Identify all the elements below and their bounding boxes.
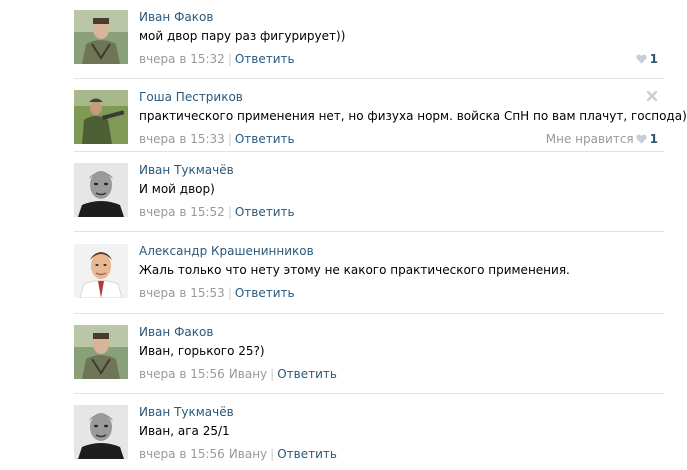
reply-button[interactable]: Ответить	[277, 447, 337, 461]
separator: |	[227, 132, 232, 146]
comment-item: Иван Тукмачёв Иван, ага 25/1 вчера в 15:…	[0, 405, 664, 470]
separator: |	[270, 367, 275, 381]
comment-text: И мой двор)	[139, 182, 215, 196]
comment-meta: вчера в 15:53 | Ответить	[139, 286, 295, 300]
comment-author[interactable]: Иван Тукмачёв	[139, 405, 234, 419]
separator: |	[270, 447, 275, 461]
comment-item: Гоша Пестриков практического применения …	[0, 90, 687, 160]
reply-button[interactable]: Ответить	[235, 205, 295, 219]
comment-author[interactable]: Александр Крашенинников	[139, 244, 314, 258]
separator: |	[227, 286, 232, 300]
comment-author[interactable]: Иван Факов	[139, 325, 213, 339]
comment-meta: вчера в 15:56 Ивану | Ответить	[139, 447, 337, 461]
reply-button[interactable]: Ответить	[235, 52, 295, 66]
delete-comment-button[interactable]	[646, 90, 658, 102]
avatar[interactable]	[74, 163, 128, 217]
comment-author[interactable]: Иван Факов	[139, 10, 213, 24]
comment-item: Иван Факов Иван, горького 25?) вчера в 1…	[0, 325, 664, 395]
reply-button[interactable]: Ответить	[277, 367, 337, 381]
like-label: Мне нравится	[545, 132, 634, 146]
heart-icon	[635, 133, 647, 147]
comment-item: Александр Крашенинников Жаль только что …	[0, 244, 664, 314]
comment-author[interactable]: Гоша Пестриков	[139, 90, 243, 104]
avatar[interactable]	[74, 10, 128, 64]
close-icon	[646, 90, 658, 102]
avatar[interactable]	[74, 244, 128, 298]
comment-time[interactable]: вчера в 15:53	[139, 286, 225, 300]
reply-button[interactable]: Ответить	[235, 286, 295, 300]
divider	[74, 313, 664, 314]
like-count: 1	[649, 132, 658, 146]
reply-to-link[interactable]: Ивану	[229, 367, 267, 381]
comment-text: Иван, горького 25?)	[139, 344, 265, 358]
comment-item: Иван Факов мой двор пару раз фигурирует)…	[0, 10, 664, 80]
divider	[74, 151, 664, 152]
comment-text: практического применения нет, но физуха …	[139, 109, 687, 123]
divider	[74, 78, 664, 79]
comment-text: Жаль только что нету этому не какого пра…	[139, 263, 570, 277]
avatar[interactable]	[74, 325, 128, 379]
comment-time[interactable]: вчера в 15:32	[139, 52, 225, 66]
like-count: 1	[649, 52, 658, 66]
comment-meta: вчера в 15:33 | Ответить	[139, 132, 295, 146]
heart-icon	[635, 53, 647, 67]
like-button[interactable]: 1	[635, 52, 658, 67]
comment-time[interactable]: вчера в 15:56	[139, 447, 225, 461]
reply-to-link[interactable]: Ивану	[229, 447, 267, 461]
avatar[interactable]	[74, 90, 128, 144]
avatar[interactable]	[74, 405, 128, 459]
comment-meta: вчера в 15:52 | Ответить	[139, 205, 295, 219]
comment-item: Иван Тукмачёв И мой двор) вчера в 15:52 |…	[0, 163, 664, 233]
like-button[interactable]: Мне нравится 1	[546, 132, 658, 147]
reply-button[interactable]: Ответить	[235, 132, 295, 146]
comment-text: Иван, ага 25/1	[139, 424, 230, 438]
comments-feed: Иван Факов мой двор пару раз фигурирует)…	[0, 0, 687, 470]
comment-author[interactable]: Иван Тукмачёв	[139, 163, 234, 177]
divider	[74, 231, 664, 232]
comment-meta: вчера в 15:32 | Ответить	[139, 52, 295, 66]
comment-time[interactable]: вчера в 15:56	[139, 367, 225, 381]
separator: |	[227, 205, 232, 219]
comment-time[interactable]: вчера в 15:33	[139, 132, 225, 146]
comment-text: мой двор пару раз фигурирует))	[139, 29, 346, 43]
divider	[74, 393, 664, 394]
separator: |	[227, 52, 232, 66]
comment-time[interactable]: вчера в 15:52	[139, 205, 225, 219]
comment-meta: вчера в 15:56 Ивану | Ответить	[139, 367, 337, 381]
